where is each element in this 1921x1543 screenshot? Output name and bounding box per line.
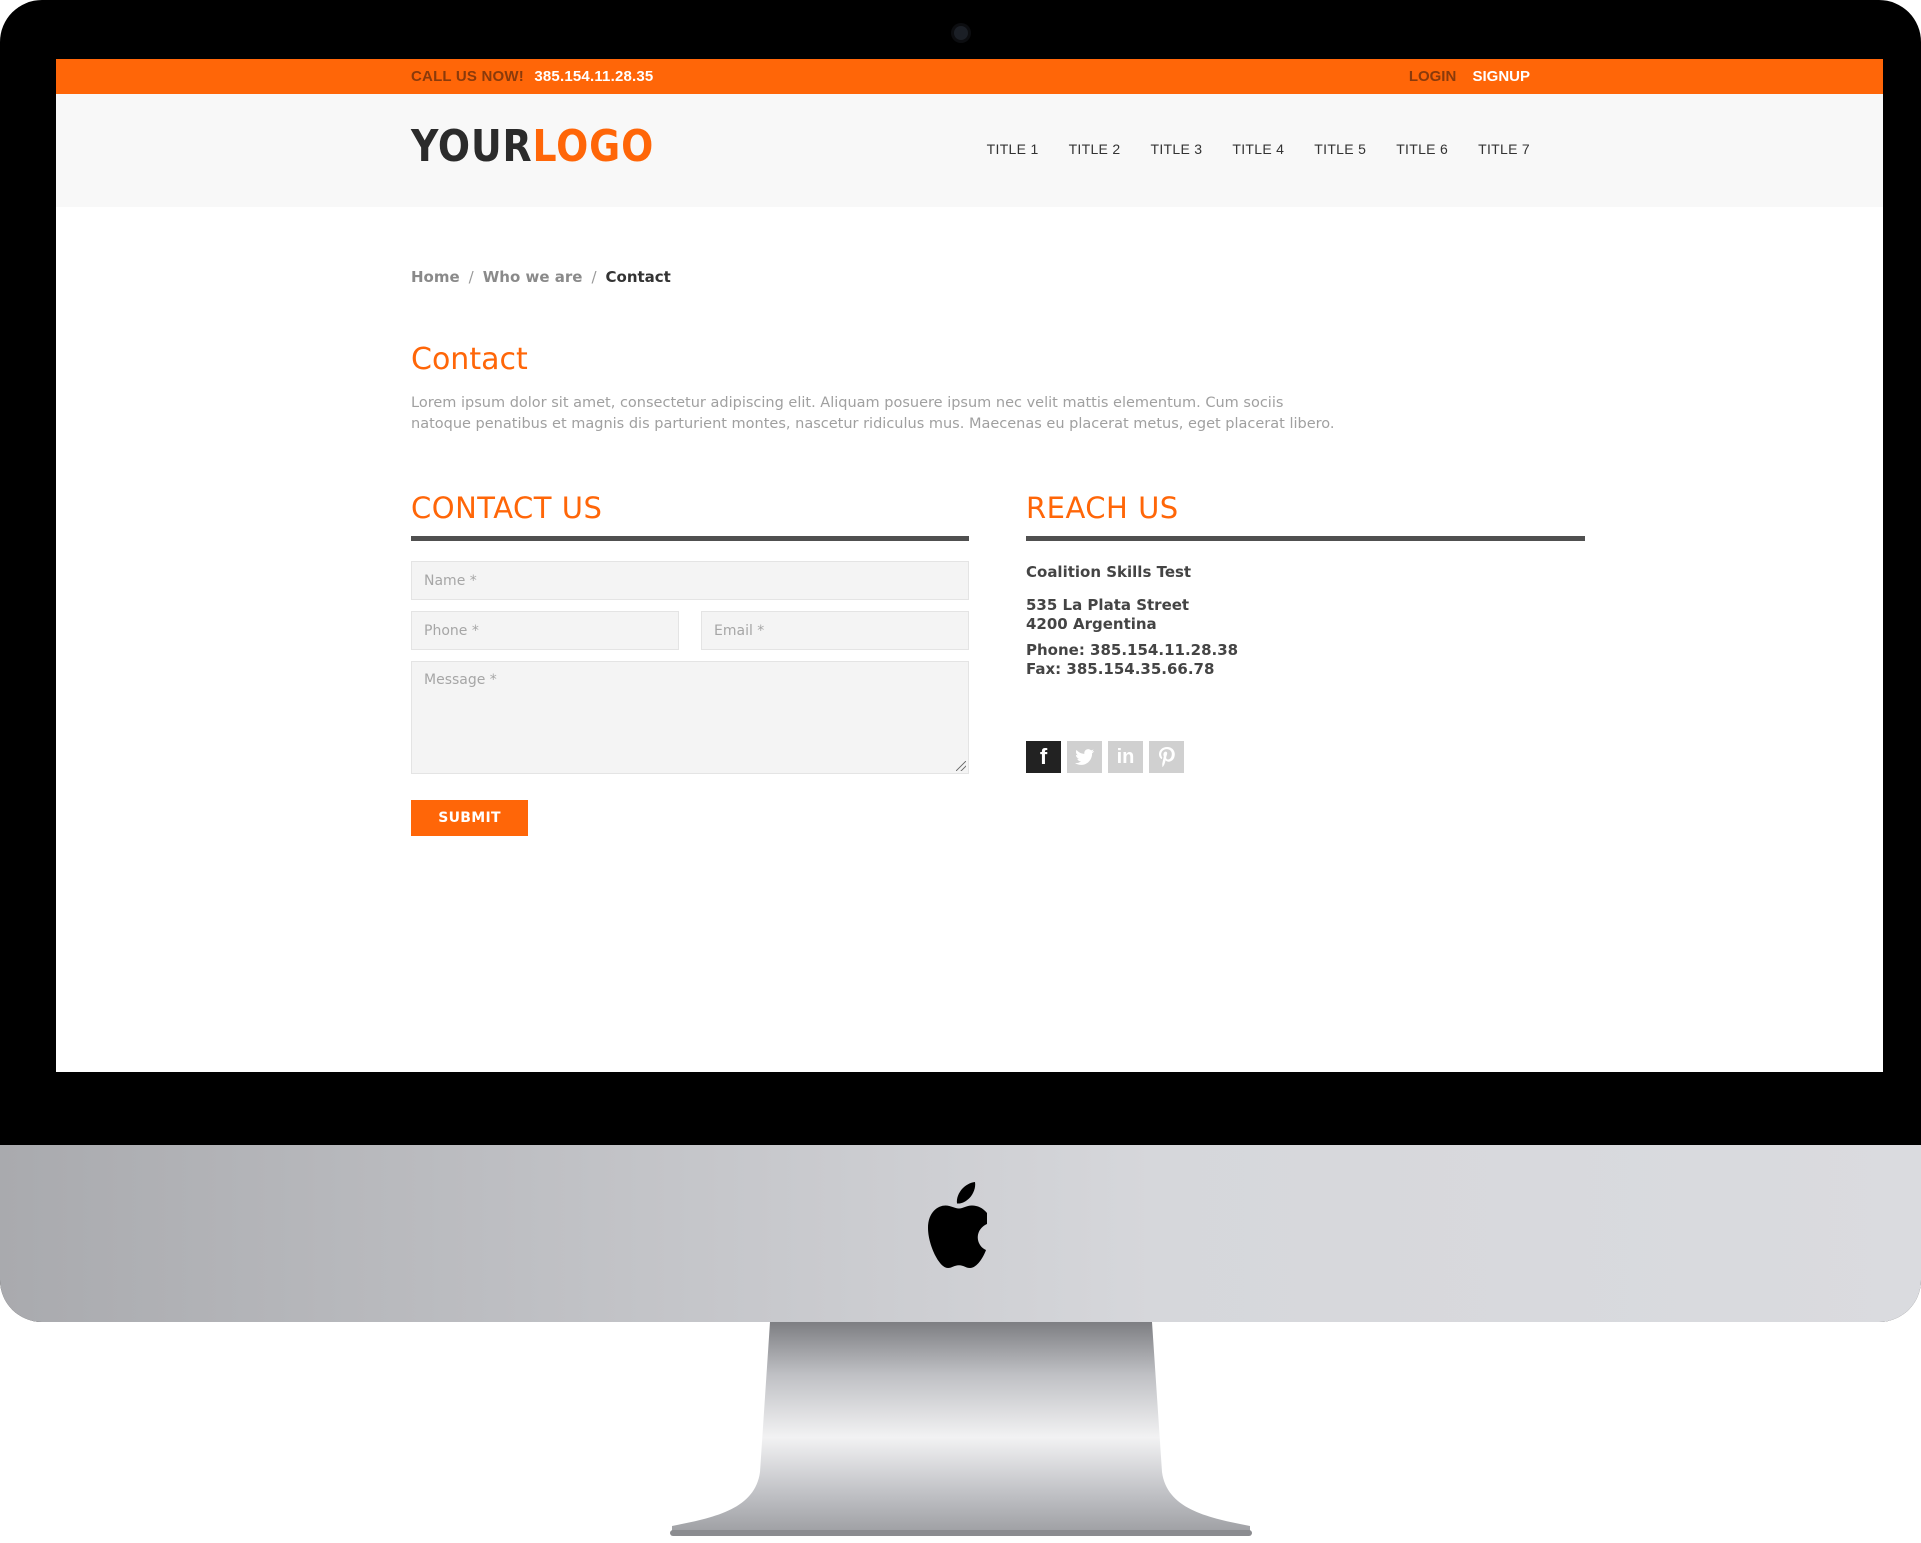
call-phone: 385.154.11.28.35 [534,68,654,85]
phone-field[interactable] [411,611,679,650]
nav-item-title-7[interactable]: TITLE 7 [1478,141,1530,157]
logo-text-logo: LOGO [532,121,655,172]
reach-phone: Phone: 385.154.11.28.38 [1026,641,1239,659]
address-line-1: 535 La Plata Street [1026,596,1190,614]
monitor-stand [670,1322,1252,1536]
breadcrumb-home[interactable]: Home [411,268,460,286]
breadcrumb-who-we-are[interactable]: Who we are [483,268,583,286]
top-bar: CALL US NOW! 385.154.11.28.35 LOGIN SIGN… [56,59,1883,94]
call-label: CALL US NOW! [411,68,524,85]
page-title: Contact [411,342,528,377]
login-link[interactable]: LOGIN [1409,68,1457,85]
nav-item-title-6[interactable]: TITLE 6 [1396,141,1448,157]
signup-link[interactable]: SIGNUP [1472,68,1530,85]
nav-item-title-3[interactable]: TITLE 3 [1150,141,1202,157]
submit-button[interactable]: SUBMIT [411,800,528,836]
nav-item-title-2[interactable]: TITLE 2 [1069,141,1121,157]
email-field[interactable] [701,611,969,650]
pinterest-icon[interactable] [1149,741,1184,773]
breadcrumb-separator: / [468,268,474,286]
breadcrumb-separator: / [591,268,597,286]
linkedin-icon[interactable]: in [1108,741,1143,773]
reach-us-heading: REACH US [1026,491,1179,525]
nav-item-title-1[interactable]: TITLE 1 [987,141,1039,157]
monitor-frame: CALL US NOW! 385.154.11.28.35 LOGIN SIGN… [0,0,1921,1322]
address-line-2: 4200 Argentina [1026,615,1157,633]
nav-item-title-4[interactable]: TITLE 4 [1232,141,1284,157]
company-name: Coalition Skills Test [1026,563,1192,581]
name-field[interactable] [411,561,969,600]
call-us: CALL US NOW! 385.154.11.28.35 [411,68,653,85]
site-logo[interactable]: YOURLOGO [411,121,654,172]
textarea-resize-handle[interactable] [956,761,966,771]
main-nav: TITLE 1 TITLE 2 TITLE 3 TITLE 4 TITLE 5 … [957,141,1530,157]
contact-us-heading: CONTACT US [411,491,603,525]
account-links: LOGIN SIGNUP [1409,68,1530,85]
apple-logo-icon [928,1182,987,1268]
breadcrumb-current: Contact [605,268,671,286]
facebook-icon[interactable]: f [1026,741,1061,773]
camera-icon [954,26,968,40]
reach-fax: Fax: 385.154.35.66.78 [1026,660,1215,678]
contact-us-divider [411,536,969,541]
reach-us-divider [1026,536,1585,541]
twitter-icon[interactable] [1067,741,1102,773]
site-header: YOURLOGO TITLE 1 TITLE 2 TITLE 3 TITLE 4… [56,94,1883,207]
breadcrumb: Home / Who we are / Contact [411,268,671,286]
intro-paragraph: Lorem ipsum dolor sit amet, consectetur … [411,395,1335,432]
website-screen: CALL US NOW! 385.154.11.28.35 LOGIN SIGN… [56,59,1883,1072]
message-field[interactable] [411,661,969,774]
logo-text-your: YOUR [411,121,533,172]
nav-item-title-5[interactable]: TITLE 5 [1314,141,1366,157]
